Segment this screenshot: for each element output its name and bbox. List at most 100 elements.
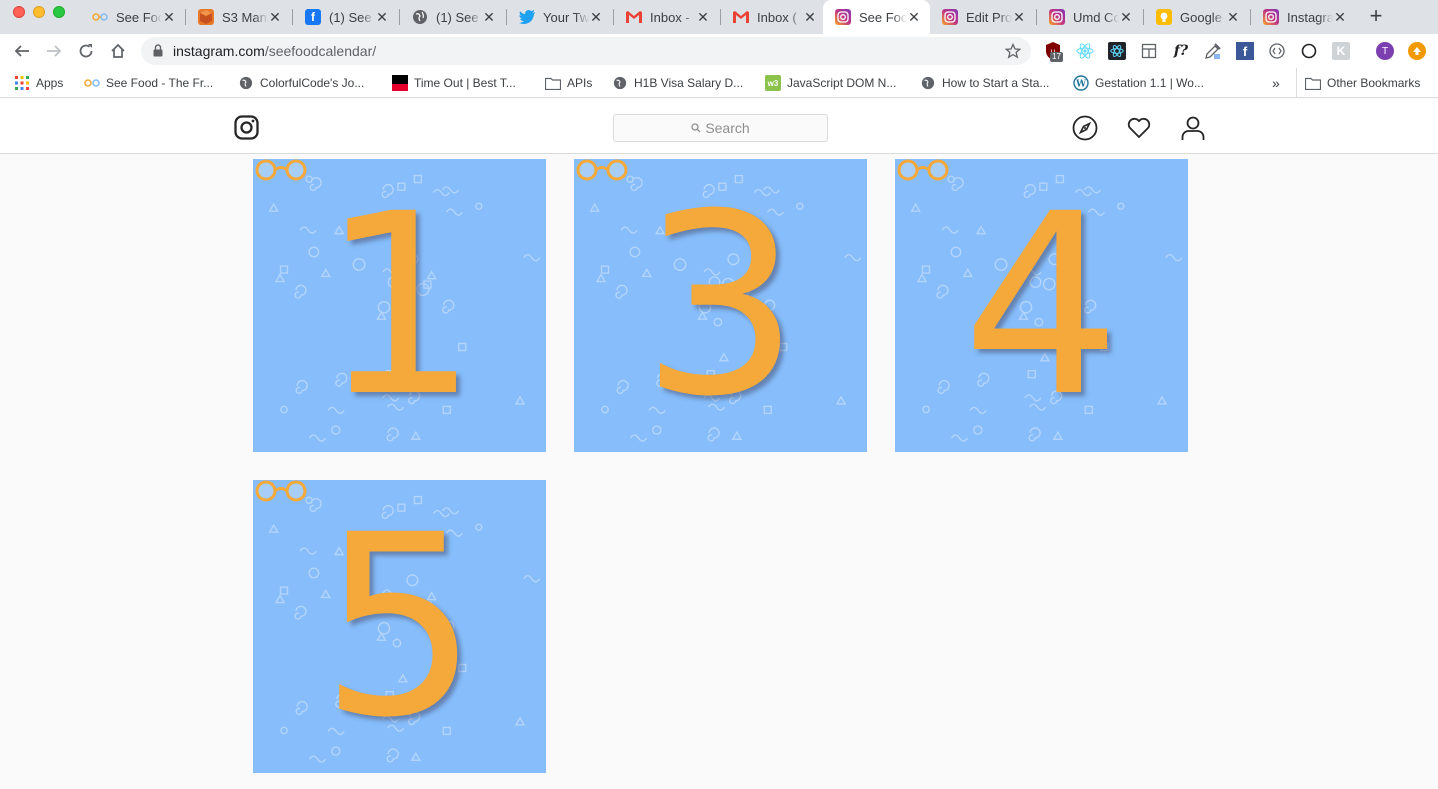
bookmark-label: Time Out | Best T... <box>414 76 516 90</box>
new-tab-button[interactable]: + <box>1366 5 1386 27</box>
close-tab-icon[interactable]: ✕ <box>268 10 282 24</box>
url-host: instagram.com <box>173 43 265 59</box>
tab-umd[interactable]: Umd Co ✕ <box>1037 0 1142 34</box>
tab-label: Google Keep <box>1180 9 1226 25</box>
post-number: 1 <box>319 160 480 451</box>
home-icon <box>111 43 125 58</box>
maximize-window-button[interactable] <box>53 6 65 18</box>
apps-grid-icon <box>14 75 30 91</box>
close-tab-icon[interactable]: ✕ <box>803 10 817 24</box>
code-circle-icon[interactable] <box>1268 42 1286 60</box>
instagram-search-input[interactable]: Search <box>613 114 828 142</box>
tab-gmail-inbox-2[interactable]: Inbox ( ✕ <box>721 0 826 34</box>
bookmark-label: See Food - The Fr... <box>106 76 214 90</box>
minimize-window-button[interactable] <box>33 6 45 18</box>
react-devtools-icon[interactable] <box>1076 42 1094 60</box>
wordpress-icon: W <box>1073 75 1089 91</box>
bookmark-time-out[interactable]: Time Out | Best T... <box>392 68 516 98</box>
globe-icon <box>920 75 936 91</box>
post-tile[interactable]: 4 <box>895 159 1188 452</box>
bookmark-colorfulcode[interactable]: ColorfulCode's Jo... <box>238 68 364 98</box>
k-extension-icon[interactable]: K <box>1332 42 1350 60</box>
twitter-icon <box>519 9 535 25</box>
close-tab-icon[interactable]: ✕ <box>589 10 603 24</box>
instagram-icon <box>1049 9 1065 25</box>
bookmark-label: Gestation 1.1 | Wo... <box>1095 76 1204 90</box>
layout-grid-icon[interactable] <box>1140 42 1158 60</box>
post-tile[interactable]: 5 <box>253 480 546 773</box>
post-tile[interactable]: 1 <box>253 159 546 452</box>
facebook-extension-icon[interactable]: f <box>1236 42 1254 60</box>
close-tab-icon[interactable]: ✕ <box>375 10 389 24</box>
tab-label: Instagram <box>1287 9 1333 25</box>
forward-button[interactable] <box>43 40 65 62</box>
profile-avatar[interactable]: T <box>1376 42 1394 60</box>
reload-icon <box>79 44 93 58</box>
bookmark-see-food[interactable]: See Food - The Fr... <box>84 68 213 98</box>
home-button[interactable] <box>107 40 129 62</box>
close-tab-icon[interactable]: ✕ <box>162 10 176 24</box>
instagram-header: Search <box>0 99 1438 154</box>
close-tab-icon[interactable]: ✕ <box>696 10 710 24</box>
instagram-logo-icon[interactable] <box>234 115 259 140</box>
tab-label: See Food <box>859 9 907 25</box>
update-icon[interactable] <box>1408 42 1426 60</box>
tab-s3-management[interactable]: S3 Management ✕ <box>186 0 291 34</box>
tab-google-keep[interactable]: Google Keep ✕ <box>1144 0 1249 34</box>
tab-label: Inbox ( <box>757 9 797 25</box>
glasses-icon <box>92 9 108 25</box>
tab-gmail-inbox-1[interactable]: Inbox - ✕ <box>614 0 719 34</box>
reload-button[interactable] <box>75 40 97 62</box>
bookmark-apps[interactable]: Apps <box>14 68 63 98</box>
tab-strip: See Food ✕ S3 Management ✕ f (1) See Foo… <box>0 0 1438 34</box>
tab-edit-profile[interactable]: Edit Profile ✕ <box>930 0 1035 34</box>
close-tab-icon[interactable]: ✕ <box>482 10 496 24</box>
react-devtools-dark-icon[interactable] <box>1108 42 1126 60</box>
folder-icon <box>1305 75 1321 91</box>
post-number: 3 <box>640 160 801 451</box>
profile-person-icon[interactable] <box>1180 115 1206 141</box>
bookmark-label: ColorfulCode's Jo... <box>260 76 365 90</box>
eyedropper-icon[interactable] <box>1204 42 1222 60</box>
tab-see-food-globe[interactable]: (1) See Food ✕ <box>400 0 505 34</box>
bookmark-start-startup[interactable]: How to Start a Sta... <box>920 68 1049 98</box>
close-tab-icon[interactable]: ✕ <box>907 10 921 24</box>
bookmark-apis-folder[interactable]: APIs <box>545 68 592 98</box>
close-tab-icon[interactable]: ✕ <box>1333 10 1347 24</box>
w3-icon: w3 <box>765 75 781 91</box>
url-path: /seefoodcalendar/ <box>264 43 377 59</box>
tab-facebook[interactable]: f (1) See Food ✕ <box>293 0 398 34</box>
circle-extension-icon[interactable] <box>1300 42 1318 60</box>
lock-icon[interactable] <box>153 44 163 62</box>
close-tab-icon[interactable]: ✕ <box>1226 10 1240 24</box>
svg-text:W: W <box>1075 80 1087 90</box>
bookmarks-overflow-chevron[interactable]: » <box>1272 68 1280 98</box>
activity-heart-icon[interactable] <box>1126 115 1152 141</box>
whatfont-icon[interactable]: f? <box>1172 42 1190 60</box>
close-tab-icon[interactable]: ✕ <box>1012 10 1026 24</box>
bookmark-star-icon[interactable] <box>1004 42 1022 64</box>
ublock-extension-icon[interactable]: u 17 <box>1044 42 1063 62</box>
close-tab-icon[interactable]: ✕ <box>1119 10 1133 24</box>
back-button[interactable] <box>11 40 33 62</box>
tab-twitter[interactable]: Your Tweets ✕ <box>507 0 612 34</box>
address-bar[interactable]: instagram.com/seefoodcalendar/ <box>141 37 1031 65</box>
instagram-icon <box>942 9 958 25</box>
tab-instagram[interactable]: Instagram ✕ <box>1251 0 1356 34</box>
close-window-button[interactable] <box>13 6 25 18</box>
bookmark-h1b[interactable]: H1B Visa Salary D... <box>612 68 743 98</box>
bookmark-gestation[interactable]: W Gestation 1.1 | Wo... <box>1073 68 1204 98</box>
explore-compass-icon[interactable] <box>1072 115 1098 141</box>
tab-label: S3 Management <box>222 9 268 25</box>
other-bookmarks-folder[interactable]: Other Bookmarks <box>1296 68 1420 98</box>
glasses-logo-icon <box>255 159 307 181</box>
bookmark-javascript-dom[interactable]: w3 JavaScript DOM N... <box>765 68 896 98</box>
search-icon <box>691 120 701 136</box>
url-text[interactable]: instagram.com/seefoodcalendar/ <box>173 43 376 59</box>
tab-label: Inbox - <box>650 9 690 25</box>
tab-see-food-instagram-active[interactable]: See Food ✕ <box>823 0 930 34</box>
tab-see-food-1[interactable]: See Food ✕ <box>80 0 185 34</box>
post-tile[interactable]: 3 <box>574 159 867 452</box>
keep-bulb-icon <box>1156 9 1172 25</box>
instagram-icon <box>1263 9 1279 25</box>
